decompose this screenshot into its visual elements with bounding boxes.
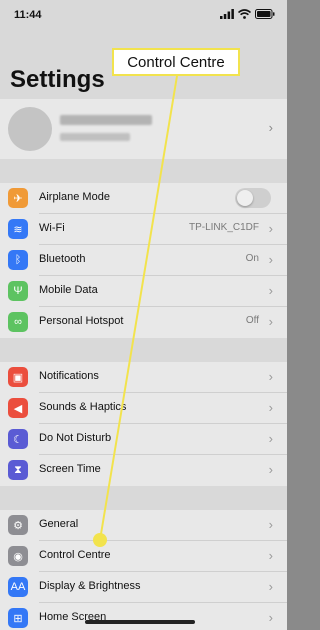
settings-row-label: Bluetooth — [39, 253, 86, 265]
status-icons — [220, 9, 275, 19]
chevron-right-icon: › — [268, 369, 273, 384]
settings-row-control-centre[interactable]: ◉ Control Centre › — [0, 541, 287, 572]
settings-row-label: Sounds & Haptics — [39, 401, 127, 413]
avatar — [8, 107, 52, 151]
connectivity-group: ✈ Airplane Mode ≋ Wi-Fi TP-LINK_C1DF › ᛒ Blueto… — [0, 183, 287, 338]
cellular-signal-icon — [220, 9, 234, 19]
general-group: ⚙ General › ◉ Control Centre › AA Display & Bri… — [0, 510, 287, 630]
wifi-status-icon — [238, 9, 251, 19]
hotspot-icon: ∞ — [8, 312, 28, 332]
settings-row-label: Display & Brightness — [39, 580, 141, 592]
settings-row-label: Wi-Fi — [39, 222, 65, 234]
chevron-right-icon: › — [268, 517, 273, 532]
hourglass-icon: ⧗ — [8, 460, 28, 480]
settings-row-label: Airplane Mode — [39, 191, 110, 203]
settings-row-display-and-brightness[interactable]: AA Display & Brightness › — [0, 572, 287, 603]
notifications-icon: ▣ — [8, 367, 28, 387]
settings-screen: 11:44 Settings › ✈ Airplane Mode ≋ Wi-Fi… — [0, 0, 287, 630]
callout-target-dot — [93, 533, 107, 547]
status-time: 11:44 — [14, 9, 42, 21]
display-icon: AA — [8, 577, 28, 597]
settings-row-general[interactable]: ⚙ General › — [0, 510, 287, 541]
settings-row-label: Do Not Disturb — [39, 432, 112, 444]
chevron-right-icon: › — [268, 283, 273, 298]
chevron-right-icon: › — [268, 610, 273, 625]
bluetooth-icon: ᛒ — [8, 250, 28, 270]
settings-row-screen-time[interactable]: ⧗ Screen Time › — [0, 455, 287, 486]
settings-row-bluetooth[interactable]: ᛒ Bluetooth On › — [0, 245, 287, 276]
moon-icon: ☾ — [8, 429, 28, 449]
battery-icon — [255, 9, 275, 19]
settings-row-mobile-data[interactable]: Ψ Mobile Data › — [0, 276, 287, 307]
airplane-mode-toggle[interactable] — [235, 188, 271, 208]
antenna-icon: Ψ — [8, 281, 28, 301]
settings-row-label: Screen Time — [39, 463, 101, 475]
page-title: Settings — [10, 66, 105, 93]
chevron-right-icon: › — [268, 431, 273, 446]
settings-row-notifications[interactable]: ▣ Notifications › — [0, 362, 287, 393]
wifi-icon: ≋ — [8, 219, 28, 239]
settings-row-label: General — [39, 518, 79, 530]
chevron-right-icon: › — [268, 314, 273, 329]
chevron-right-icon: › — [268, 548, 273, 563]
settings-row-sounds-and-haptics[interactable]: ◀ Sounds & Haptics › — [0, 393, 287, 424]
notifications-group: ▣ Notifications › ◀ Sounds & Haptics › ☾ Do Not… — [0, 362, 287, 486]
settings-row-value: On — [245, 253, 259, 264]
settings-row-airplane-mode[interactable]: ✈ Airplane Mode — [0, 183, 287, 214]
status-bar: 11:44 — [0, 0, 287, 30]
settings-row-label: Notifications — [39, 370, 99, 382]
settings-row-do-not-disturb[interactable]: ☾ Do Not Disturb › — [0, 424, 287, 455]
settings-row-value: Off — [245, 315, 259, 326]
settings-row-value: TP-LINK_C1DF — [188, 222, 259, 233]
gear-icon: ⚙ — [8, 515, 28, 535]
chevron-right-icon: › — [268, 400, 273, 415]
home-indicator — [85, 620, 195, 624]
blurred-account-subtitle — [60, 133, 130, 141]
chevron-right-icon: › — [268, 120, 273, 135]
toggle-knob — [237, 190, 253, 206]
blurred-account-name — [60, 115, 152, 125]
airplane-icon: ✈ — [8, 188, 28, 208]
settings-row-wi-fi[interactable]: ≋ Wi-Fi TP-LINK_C1DF › — [0, 214, 287, 245]
settings-row-label: Control Centre — [39, 549, 111, 561]
settings-row-label: Personal Hotspot — [39, 315, 124, 327]
apple-id-profile[interactable]: › — [0, 99, 287, 159]
control-centre-icon: ◉ — [8, 546, 28, 566]
chevron-right-icon: › — [268, 462, 273, 477]
settings-row-personal-hotspot[interactable]: ∞ Personal Hotspot Off › — [0, 307, 287, 338]
settings-row-home-screen[interactable]: ⊞ Home Screen › — [0, 603, 287, 630]
chevron-right-icon: › — [268, 252, 273, 267]
callout-label: Control Centre — [112, 48, 240, 76]
chevron-right-icon: › — [268, 579, 273, 594]
chevron-right-icon: › — [268, 221, 273, 236]
home-screen-icon: ⊞ — [8, 608, 28, 628]
speaker-icon: ◀ — [8, 398, 28, 418]
settings-row-label: Mobile Data — [39, 284, 98, 296]
